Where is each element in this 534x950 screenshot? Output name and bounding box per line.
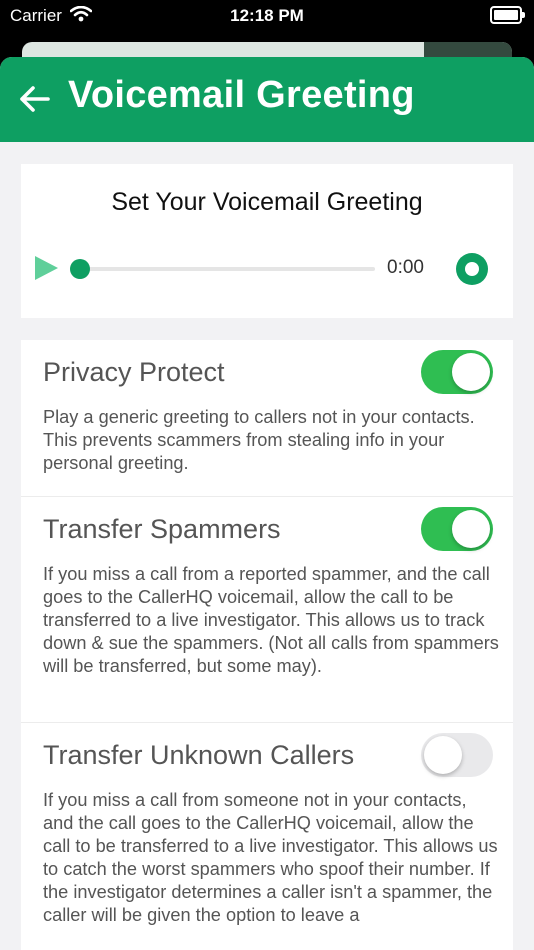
setting-title: Transfer Spammers xyxy=(43,514,281,544)
play-icon[interactable] xyxy=(33,255,59,281)
playback-time: 0:00 xyxy=(387,257,424,278)
page-title: Voicemail Greeting xyxy=(68,74,415,116)
divider xyxy=(21,722,513,723)
setting-description: If you miss a call from a reported spamm… xyxy=(43,564,499,676)
setting-title: Privacy Protect xyxy=(43,357,225,387)
setting-title: Transfer Unknown Callers xyxy=(43,740,355,770)
settings-card: Privacy Protect Play a generic greeting … xyxy=(21,340,513,950)
setting-description: Play a generic greeting to callers not i… xyxy=(43,407,475,473)
record-button[interactable] xyxy=(456,253,488,285)
transfer-unknown-callers-toggle[interactable] xyxy=(421,733,493,777)
privacy-protect-toggle[interactable] xyxy=(421,350,493,394)
setting-description: If you miss a call from someone not in y… xyxy=(43,790,498,925)
battery-icon xyxy=(490,6,525,24)
greeting-player-card: Set Your Voicemail Greeting 0:00 xyxy=(21,164,513,318)
back-arrow-icon[interactable] xyxy=(16,81,52,117)
greeting-title: Set Your Voicemail Greeting xyxy=(111,188,423,216)
playback-scrubber[interactable] xyxy=(70,259,90,279)
voicemail-sheet: Voicemail Greeting Set Your Voicemail Gr… xyxy=(0,57,534,950)
header-bar: Voicemail Greeting xyxy=(0,57,534,142)
divider xyxy=(21,496,513,497)
playback-progress-track[interactable] xyxy=(79,267,375,271)
transfer-spammers-toggle[interactable] xyxy=(421,507,493,551)
clock: 12:18 PM xyxy=(230,6,304,25)
status-bar: Carrier 12:18 PM xyxy=(0,0,534,34)
